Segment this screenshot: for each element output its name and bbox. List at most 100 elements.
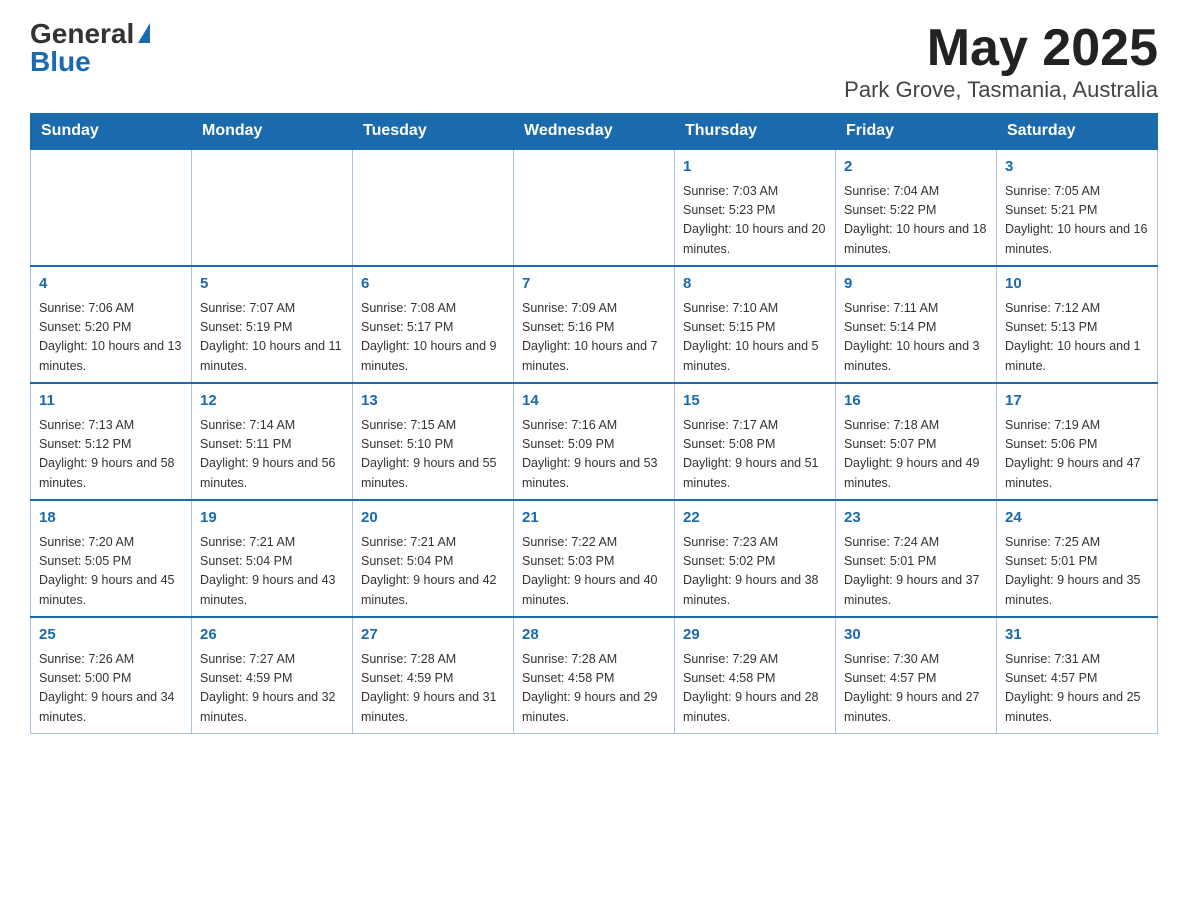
- day-number: 9: [844, 273, 988, 296]
- calendar-cell: 29 Sunrise: 7:29 AMSunset: 4:58 PMDayligh…: [675, 617, 836, 734]
- calendar-week-row: 4 Sunrise: 7:06 AMSunset: 5:20 PMDaylight…: [31, 266, 1158, 383]
- day-number: 7: [522, 273, 666, 296]
- calendar-cell: 9 Sunrise: 7:11 AMSunset: 5:14 PMDaylight…: [836, 266, 997, 383]
- day-info: Sunrise: 7:13 AMSunset: 5:12 PMDaylight:…: [39, 416, 183, 494]
- day-number: 21: [522, 507, 666, 530]
- day-number: 10: [1005, 273, 1149, 296]
- calendar-cell: 27 Sunrise: 7:28 AMSunset: 4:59 PMDayligh…: [353, 617, 514, 734]
- calendar-cell: 22Sunrise: 7:23 AMSunset: 5:02 PMDayligh…: [675, 500, 836, 617]
- calendar-cell: 6 Sunrise: 7:08 AMSunset: 5:17 PMDaylight…: [353, 266, 514, 383]
- calendar-cell: 4 Sunrise: 7:06 AMSunset: 5:20 PMDaylight…: [31, 266, 192, 383]
- day-info: Sunrise: 7:24 AMSunset: 5:01 PMDaylight:…: [844, 533, 988, 611]
- calendar-cell: 23 Sunrise: 7:24 AMSunset: 5:01 PMDayligh…: [836, 500, 997, 617]
- calendar-cell: 21 Sunrise: 7:22 AMSunset: 5:03 PMDayligh…: [514, 500, 675, 617]
- calendar-cell: [353, 149, 514, 266]
- day-info: Sunrise: 7:22 AMSunset: 5:03 PMDaylight:…: [522, 533, 666, 611]
- title-block: May 2025 Park Grove, Tasmania, Australia: [844, 20, 1158, 103]
- day-number: 4: [39, 273, 183, 296]
- calendar-week-row: 25 Sunrise: 7:26 AMSunset: 5:00 PMDayligh…: [31, 617, 1158, 734]
- calendar-subtitle: Park Grove, Tasmania, Australia: [844, 77, 1158, 103]
- calendar-week-row: 18Sunrise: 7:20 AMSunset: 5:05 PMDayligh…: [31, 500, 1158, 617]
- day-number: 26: [200, 624, 344, 647]
- day-info: Sunrise: 7:28 AMSunset: 4:58 PMDaylight:…: [522, 650, 666, 728]
- day-info: Sunrise: 7:18 AMSunset: 5:07 PMDaylight:…: [844, 416, 988, 494]
- calendar-cell: 17 Sunrise: 7:19 AMSunset: 5:06 PMDayligh…: [997, 383, 1158, 500]
- calendar-cell: 14 Sunrise: 7:16 AMSunset: 5:09 PMDayligh…: [514, 383, 675, 500]
- day-info: Sunrise: 7:28 AMSunset: 4:59 PMDaylight:…: [361, 650, 505, 728]
- day-of-week-header: Sunday: [31, 114, 192, 150]
- day-info: Sunrise: 7:09 AMSunset: 5:16 PMDaylight:…: [522, 299, 666, 377]
- calendar-cell: 12Sunrise: 7:14 AMSunset: 5:11 PMDayligh…: [192, 383, 353, 500]
- day-of-week-header: Monday: [192, 114, 353, 150]
- day-number: 28: [522, 624, 666, 647]
- logo-blue-text: Blue: [30, 48, 91, 76]
- day-info: Sunrise: 7:27 AMSunset: 4:59 PMDaylight:…: [200, 650, 344, 728]
- day-number: 8: [683, 273, 827, 296]
- day-info: Sunrise: 7:10 AMSunset: 5:15 PMDaylight:…: [683, 299, 827, 377]
- day-info: Sunrise: 7:26 AMSunset: 5:00 PMDaylight:…: [39, 650, 183, 728]
- day-info: Sunrise: 7:03 AMSunset: 5:23 PMDaylight:…: [683, 182, 827, 260]
- day-info: Sunrise: 7:12 AMSunset: 5:13 PMDaylight:…: [1005, 299, 1149, 377]
- day-number: 14: [522, 390, 666, 413]
- day-number: 25: [39, 624, 183, 647]
- calendar-cell: 8 Sunrise: 7:10 AMSunset: 5:15 PMDaylight…: [675, 266, 836, 383]
- day-info: Sunrise: 7:04 AMSunset: 5:22 PMDaylight:…: [844, 182, 988, 260]
- day-info: Sunrise: 7:05 AMSunset: 5:21 PMDaylight:…: [1005, 182, 1149, 260]
- calendar-table: SundayMondayTuesdayWednesdayThursdayFrid…: [30, 113, 1158, 734]
- calendar-header-row: SundayMondayTuesdayWednesdayThursdayFrid…: [31, 114, 1158, 150]
- calendar-cell: 19 Sunrise: 7:21 AMSunset: 5:04 PMDayligh…: [192, 500, 353, 617]
- day-number: 17: [1005, 390, 1149, 413]
- day-info: Sunrise: 7:08 AMSunset: 5:17 PMDaylight:…: [361, 299, 505, 377]
- day-number: 24: [1005, 507, 1149, 530]
- day-info: Sunrise: 7:16 AMSunset: 5:09 PMDaylight:…: [522, 416, 666, 494]
- day-number: 6: [361, 273, 505, 296]
- logo-general-text: General: [30, 20, 134, 48]
- day-info: Sunrise: 7:17 AMSunset: 5:08 PMDaylight:…: [683, 416, 827, 494]
- day-number: 27: [361, 624, 505, 647]
- day-number: 22: [683, 507, 827, 530]
- day-info: Sunrise: 7:31 AMSunset: 4:57 PMDaylight:…: [1005, 650, 1149, 728]
- calendar-cell: [514, 149, 675, 266]
- logo: General Blue: [30, 20, 150, 76]
- calendar-week-row: 1 Sunrise: 7:03 AMSunset: 5:23 PMDaylight…: [31, 149, 1158, 266]
- day-number: 23: [844, 507, 988, 530]
- calendar-cell: 28 Sunrise: 7:28 AMSunset: 4:58 PMDayligh…: [514, 617, 675, 734]
- day-info: Sunrise: 7:06 AMSunset: 5:20 PMDaylight:…: [39, 299, 183, 377]
- day-of-week-header: Friday: [836, 114, 997, 150]
- calendar-cell: 7 Sunrise: 7:09 AMSunset: 5:16 PMDaylight…: [514, 266, 675, 383]
- day-info: Sunrise: 7:11 AMSunset: 5:14 PMDaylight:…: [844, 299, 988, 377]
- day-of-week-header: Wednesday: [514, 114, 675, 150]
- calendar-cell: 26 Sunrise: 7:27 AMSunset: 4:59 PMDayligh…: [192, 617, 353, 734]
- day-of-week-header: Saturday: [997, 114, 1158, 150]
- calendar-cell: 10 Sunrise: 7:12 AMSunset: 5:13 PMDayligh…: [997, 266, 1158, 383]
- calendar-cell: 20 Sunrise: 7:21 AMSunset: 5:04 PMDayligh…: [353, 500, 514, 617]
- calendar-cell: 24 Sunrise: 7:25 AMSunset: 5:01 PMDayligh…: [997, 500, 1158, 617]
- day-info: Sunrise: 7:30 AMSunset: 4:57 PMDaylight:…: [844, 650, 988, 728]
- day-info: Sunrise: 7:15 AMSunset: 5:10 PMDaylight:…: [361, 416, 505, 494]
- day-number: 11: [39, 390, 183, 413]
- day-info: Sunrise: 7:19 AMSunset: 5:06 PMDaylight:…: [1005, 416, 1149, 494]
- day-info: Sunrise: 7:25 AMSunset: 5:01 PMDaylight:…: [1005, 533, 1149, 611]
- calendar-cell: 25 Sunrise: 7:26 AMSunset: 5:00 PMDayligh…: [31, 617, 192, 734]
- day-info: Sunrise: 7:20 AMSunset: 5:05 PMDaylight:…: [39, 533, 183, 611]
- day-number: 15: [683, 390, 827, 413]
- day-number: 13: [361, 390, 505, 413]
- day-number: 30: [844, 624, 988, 647]
- day-number: 1: [683, 156, 827, 179]
- day-info: Sunrise: 7:21 AMSunset: 5:04 PMDaylight:…: [200, 533, 344, 611]
- day-of-week-header: Thursday: [675, 114, 836, 150]
- calendar-title: May 2025: [844, 20, 1158, 77]
- day-info: Sunrise: 7:21 AMSunset: 5:04 PMDaylight:…: [361, 533, 505, 611]
- day-info: Sunrise: 7:29 AMSunset: 4:58 PMDaylight:…: [683, 650, 827, 728]
- calendar-cell: 2Sunrise: 7:04 AMSunset: 5:22 PMDaylight…: [836, 149, 997, 266]
- day-number: 19: [200, 507, 344, 530]
- calendar-cell: [192, 149, 353, 266]
- calendar-cell: [31, 149, 192, 266]
- day-number: 29: [683, 624, 827, 647]
- day-info: Sunrise: 7:07 AMSunset: 5:19 PMDaylight:…: [200, 299, 344, 377]
- calendar-cell: 1 Sunrise: 7:03 AMSunset: 5:23 PMDaylight…: [675, 149, 836, 266]
- day-number: 16: [844, 390, 988, 413]
- day-number: 20: [361, 507, 505, 530]
- calendar-cell: 30 Sunrise: 7:30 AMSunset: 4:57 PMDayligh…: [836, 617, 997, 734]
- day-info: Sunrise: 7:14 AMSunset: 5:11 PMDaylight:…: [200, 416, 344, 494]
